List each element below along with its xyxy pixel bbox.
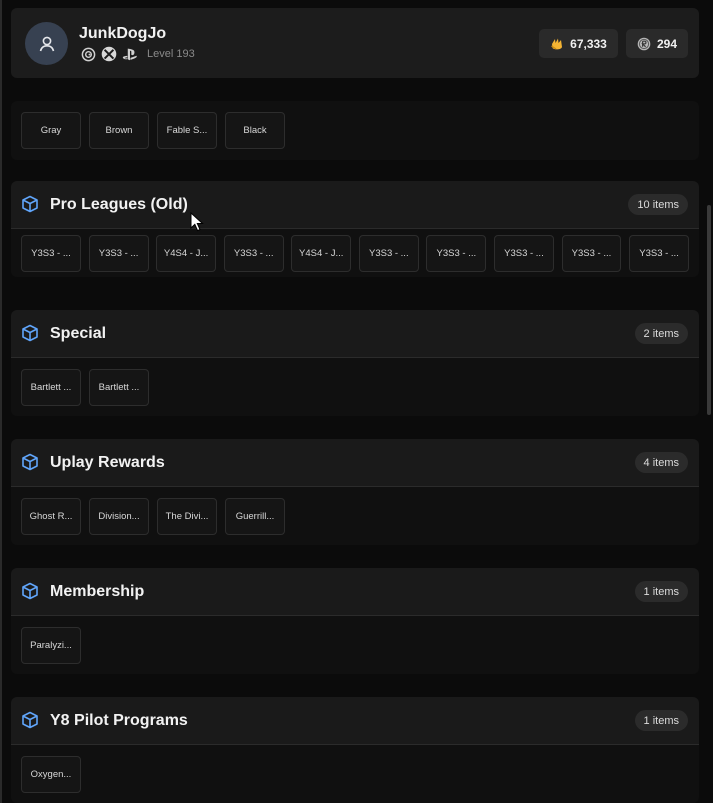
item-count-badge: 2 items [634, 323, 688, 344]
category-title: Pro Leagues (Old) [50, 196, 188, 213]
item-chip[interactable]: Y3S3 - ... [358, 234, 419, 272]
level-label: Level 193 [147, 48, 195, 60]
item-count-badge: 4 items [634, 452, 688, 473]
item-chip[interactable]: Black [225, 112, 285, 149]
category-panel-y8-pilot-programs: Y8 Pilot Programs 1 items Oxygen... [11, 697, 699, 803]
item-chip[interactable]: Fable S... [157, 112, 217, 149]
category-title: Special [50, 325, 107, 342]
item-chip[interactable]: Guerrill... [225, 497, 285, 535]
user-icon [39, 36, 54, 51]
item-list: Oxygen... [11, 745, 699, 803]
xbox-icon [101, 46, 117, 62]
category-header[interactable]: Y8 Pilot Programs 1 items [11, 697, 699, 745]
item-list: Bartlett ... Bartlett ... [11, 358, 699, 416]
item-list: Gray Brown Fable S... Black [11, 101, 699, 160]
scrollbar-thumb[interactable] [707, 205, 711, 415]
playstation-icon [122, 46, 138, 62]
box-icon [22, 195, 38, 213]
renown-balance[interactable]: 67,333 [539, 29, 618, 58]
r6-credits-amount: 294 [656, 36, 678, 51]
category-panel-special: Special 2 items Bartlett ... Bartlett ..… [11, 310, 699, 416]
item-chip[interactable]: Y3S3 - ... [426, 234, 487, 272]
category-title: Y8 Pilot Programs [50, 712, 188, 729]
avatar[interactable] [25, 22, 68, 65]
item-list: Ghost R... Division... The Divi... Guerr… [11, 487, 699, 545]
item-chip[interactable]: Gray [21, 112, 81, 149]
item-chip[interactable]: Division... [89, 497, 149, 535]
ubisoft-icon [80, 46, 96, 62]
profile-header: JunkDogJo Level 193 67,333 294 [11, 8, 699, 78]
item-list: Paralyzi... [11, 616, 699, 674]
item-chip[interactable]: Y3S3 - ... [223, 234, 284, 272]
category-title: Uplay Rewards [50, 454, 165, 471]
item-chip[interactable]: Y3S3 - ... [561, 234, 622, 272]
item-chip[interactable]: Y3S3 - ... [493, 234, 554, 272]
item-chip[interactable]: Ghost R... [21, 497, 81, 535]
category-panel-colors: Gray Brown Fable S... Black [11, 101, 699, 160]
item-count-badge: 1 items [634, 710, 688, 731]
box-icon [22, 582, 38, 600]
item-chip[interactable]: The Divi... [157, 497, 217, 535]
item-count-badge: 1 items [634, 581, 688, 602]
box-icon [22, 711, 38, 729]
category-panel-membership: Membership 1 items Paralyzi... [11, 568, 699, 674]
renown-icon [551, 38, 563, 49]
item-chip[interactable]: Brown [89, 112, 149, 149]
item-list: Y3S3 - ... Y3S3 - ... Y4S4 - J... Y3S3 -… [11, 229, 699, 277]
r6-credits-icon [637, 37, 651, 50]
renown-amount: 67,333 [570, 36, 607, 51]
box-icon [22, 453, 38, 471]
item-chip[interactable]: Y3S3 - ... [88, 234, 149, 272]
category-panel-pro-leagues: Pro Leagues (Old) 10 items Y3S3 - ... Y3… [11, 181, 699, 277]
category-header[interactable]: Special 2 items [11, 310, 699, 358]
item-chip[interactable]: Y4S4 - J... [156, 234, 217, 272]
box-icon [22, 324, 38, 342]
left-border [0, 0, 2, 803]
mouse-cursor-icon [190, 212, 204, 232]
item-chip[interactable]: Oxygen... [21, 755, 81, 793]
category-header[interactable]: Uplay Rewards 4 items [11, 439, 699, 487]
item-chip[interactable]: Y4S4 - J... [291, 234, 352, 272]
item-chip[interactable]: Paralyzi... [21, 626, 81, 664]
username: JunkDogJo [79, 25, 167, 42]
category-title: Membership [50, 583, 145, 600]
item-chip[interactable]: Bartlett ... [21, 368, 81, 406]
platform-list: Level 193 [80, 45, 195, 63]
item-chip[interactable]: Y3S3 - ... [21, 234, 81, 272]
item-count-badge: 10 items [628, 194, 688, 215]
category-panel-uplay-rewards: Uplay Rewards 4 items Ghost R... Divisio… [11, 439, 699, 545]
item-chip[interactable]: Bartlett ... [89, 368, 149, 406]
category-header[interactable]: Pro Leagues (Old) 10 items [11, 181, 699, 229]
item-chip[interactable]: Y3S3 - ... [629, 234, 690, 272]
category-header[interactable]: Membership 1 items [11, 568, 699, 616]
r6-credits-balance[interactable]: 294 [626, 29, 688, 58]
